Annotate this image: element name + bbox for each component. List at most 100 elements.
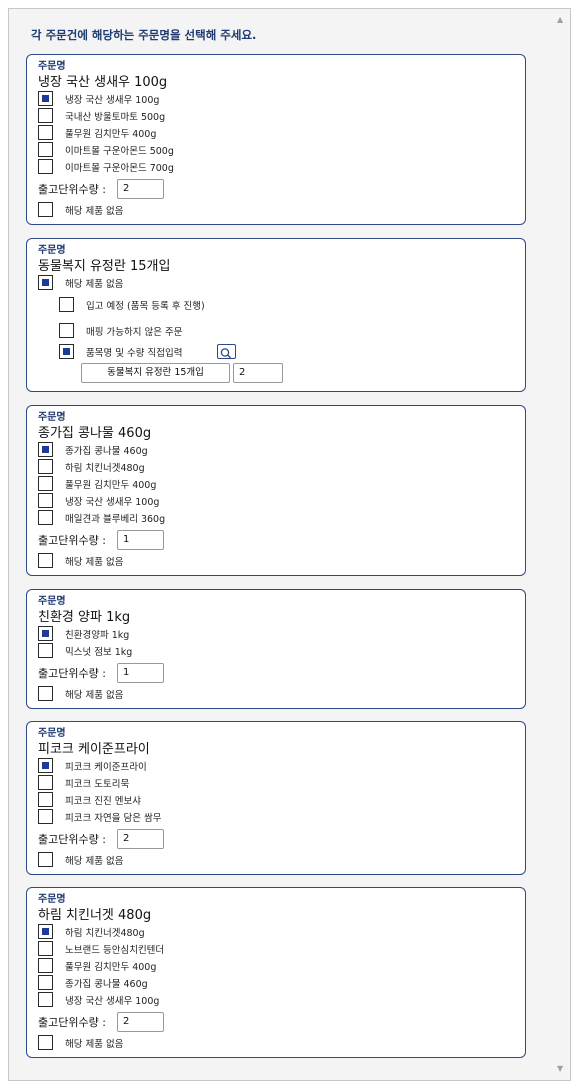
product-search-button[interactable] (217, 344, 236, 359)
manual-product-name-input[interactable]: 동물복지 유정란 15개입 (81, 363, 230, 383)
product-option[interactable]: 피코크 케이준프라이 (38, 758, 338, 775)
product-option[interactable]: 피코크 자연을 담은 쌈무 (38, 809, 338, 826)
reason-checkbox[interactable] (59, 344, 74, 359)
option-checkbox[interactable] (38, 125, 53, 140)
option-checkbox[interactable] (38, 476, 53, 491)
product-option[interactable]: 종가집 콩나물 460g (38, 975, 338, 992)
reason-checkbox[interactable] (59, 323, 74, 338)
option-checkbox[interactable] (38, 975, 53, 990)
no-matching-product-option[interactable]: 해당 제품 없음 (38, 686, 238, 703)
option-checkbox[interactable] (38, 758, 53, 773)
no-matching-product-option[interactable]: 해당 제품 없음 (38, 1035, 238, 1052)
product-option[interactable]: 냉장 국산 생새우 100g (38, 91, 338, 108)
option-checkbox[interactable] (38, 792, 53, 807)
option-label: 냉장 국산 생새우 100g (65, 497, 160, 508)
option-checkbox[interactable] (38, 958, 53, 973)
order-name-header: 주문명 (38, 412, 66, 423)
option-label: 이마트몰 구운아몬드 700g (65, 163, 174, 174)
no-matching-product-option[interactable]: 해당 제품 없음 (38, 553, 238, 570)
no-matching-label: 해당 제품 없음 (65, 279, 124, 290)
no-matching-checkbox[interactable] (38, 686, 53, 701)
option-label: 피코크 진진 멘보샤 (65, 796, 141, 807)
option-label: 피코크 자연을 담은 쌈무 (65, 813, 162, 824)
option-checkbox[interactable] (38, 775, 53, 790)
option-checkbox[interactable] (38, 626, 53, 641)
option-checkbox[interactable] (38, 643, 53, 658)
option-checkbox[interactable] (38, 108, 53, 123)
shipping-unit-qty-label: 출고단위수량 : (38, 183, 106, 196)
reason-label: 품목명 및 수량 직접입력 (86, 348, 183, 359)
shipping-unit-qty-input[interactable]: 2 (117, 829, 164, 849)
product-option[interactable]: 믹스넛 점보 1kg (38, 643, 338, 660)
product-option[interactable]: 하림 치킨너겟480g (38, 924, 338, 941)
shipping-unit-qty-input[interactable]: 2 (117, 1012, 164, 1032)
product-option[interactable]: 풀무원 김치만두 400g (38, 476, 338, 493)
no-matching-label: 해당 제품 없음 (65, 1039, 124, 1050)
product-option[interactable]: 풀무원 김치만두 400g (38, 958, 338, 975)
unmatched-reason-option[interactable]: 매핑 가능하지 않은 주문 (59, 323, 319, 340)
order-card: 주문명 친환경 양파 1kg 친환경양파 1kg 믹스넛 점보 1kg 출고단위수량 :… (26, 589, 526, 709)
option-checkbox[interactable] (38, 459, 53, 474)
product-option[interactable]: 풀무원 김치만두 400g (38, 125, 338, 142)
option-checkbox[interactable] (38, 510, 53, 525)
no-matching-checkbox[interactable] (38, 1035, 53, 1050)
order-title: 친환경 양파 1kg (38, 610, 131, 625)
option-checkbox[interactable] (38, 142, 53, 157)
option-label: 하림 치킨너겟480g (65, 463, 145, 474)
option-label: 친환경양파 1kg (65, 630, 130, 641)
product-option[interactable]: 하림 치킨너겟480g (38, 459, 338, 476)
option-checkbox[interactable] (38, 992, 53, 1007)
option-label: 매일견과 블루베리 360g (65, 514, 166, 525)
shipping-unit-qty-label: 출고단위수량 : (38, 667, 106, 680)
shipping-unit-qty-label: 출고단위수량 : (38, 534, 106, 547)
product-option[interactable]: 피코크 진진 멘보샤 (38, 792, 338, 809)
unmatched-reason-option[interactable]: 품목명 및 수량 직접입력 (59, 344, 319, 361)
product-option[interactable]: 친환경양파 1kg (38, 626, 338, 643)
shipping-unit-qty-label: 출고단위수량 : (38, 833, 106, 846)
option-label: 풀무원 김치만두 400g (65, 962, 157, 973)
order-card: 주문명 동물복지 유정란 15개입 해당 제품 없음 입고 예정 (품목 등록 후 진… (26, 238, 526, 392)
shipping-unit-qty-label: 출고단위수량 : (38, 1016, 106, 1029)
option-checkbox[interactable] (38, 924, 53, 939)
product-option[interactable]: 이마트몰 구운아몬드 700g (38, 159, 338, 176)
reason-checkbox[interactable] (59, 297, 74, 312)
order-card: 주문명 피코크 케이준프라이 피코크 케이준프라이 피코크 도토리묵 피코크 진진 멘보… (26, 721, 526, 875)
option-checkbox[interactable] (38, 809, 53, 824)
product-option[interactable]: 종가집 콩나물 460g (38, 442, 338, 459)
no-matching-checkbox[interactable] (38, 275, 53, 290)
no-matching-product-option[interactable]: 해당 제품 없음 (38, 202, 238, 219)
option-checkbox[interactable] (38, 493, 53, 508)
no-matching-label: 해당 제품 없음 (65, 206, 124, 217)
option-label: 종가집 콩나물 460g (65, 979, 148, 990)
option-checkbox[interactable] (38, 159, 53, 174)
manual-qty-input[interactable]: 2 (233, 363, 283, 383)
product-option[interactable]: 피코크 도토리묵 (38, 775, 338, 792)
no-matching-checkbox[interactable] (38, 852, 53, 867)
no-matching-checkbox[interactable] (38, 202, 53, 217)
shipping-unit-qty-input[interactable]: 1 (117, 663, 164, 683)
no-matching-checkbox[interactable] (38, 553, 53, 568)
product-option[interactable]: 냉장 국산 생새우 100g (38, 493, 338, 510)
scroll-down-arrow-icon[interactable]: ▼ (557, 1064, 563, 1074)
product-option[interactable]: 노브랜드 등안심치킨텐더 (38, 941, 338, 958)
product-option[interactable]: 국내산 방울토마토 500g (38, 108, 338, 125)
no-matching-product-option[interactable]: 해당 제품 없음 (38, 275, 238, 292)
unmatched-reason-option[interactable]: 입고 예정 (품목 등록 후 진행) (59, 297, 319, 314)
option-checkbox[interactable] (38, 941, 53, 956)
shipping-unit-qty-input[interactable]: 2 (117, 179, 164, 199)
option-label: 풀무원 김치만두 400g (65, 129, 157, 140)
option-checkbox[interactable] (38, 91, 53, 106)
no-matching-product-option[interactable]: 해당 제품 없음 (38, 852, 238, 869)
option-checkbox[interactable] (38, 442, 53, 457)
option-label: 풀무원 김치만두 400g (65, 480, 157, 491)
product-option[interactable]: 매일견과 블루베리 360g (38, 510, 338, 527)
order-title: 종가집 콩나물 460g (38, 426, 152, 441)
order-title: 하림 치킨너겟 480g (38, 908, 152, 923)
product-option[interactable]: 냉장 국산 생새우 100g (38, 992, 338, 1009)
product-option[interactable]: 이마트몰 구운아몬드 500g (38, 142, 338, 159)
vertical-scrollbar[interactable]: ▲ ▼ (554, 9, 570, 1080)
option-label: 피코크 케이준프라이 (65, 762, 147, 773)
scroll-up-arrow-icon[interactable]: ▲ (557, 15, 563, 25)
option-label: 하림 치킨너겟480g (65, 928, 145, 939)
shipping-unit-qty-input[interactable]: 1 (117, 530, 164, 550)
